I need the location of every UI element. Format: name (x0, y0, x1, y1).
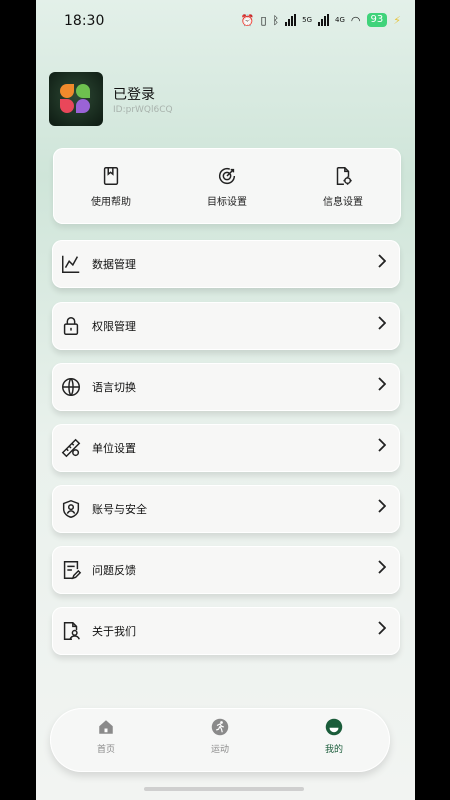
file-settings-icon (336, 166, 352, 185)
menu-item-feedback[interactable]: 问题反馈 (52, 546, 400, 594)
alarm-icon: ⏰ (240, 13, 255, 27)
menu-item-label: 问题反馈 (92, 564, 136, 577)
menu-item-data-management[interactable]: 数据管理 (52, 240, 400, 288)
about-icon (63, 622, 80, 640)
quick-action-info[interactable]: 信息设置 (293, 165, 393, 208)
chevron-right-icon (378, 621, 386, 635)
quick-action-target[interactable]: 目标设置 (177, 165, 277, 208)
status-icons: ⏰ ▯ ᛒ 5G 4G ◠ 93 ⚡ (241, 13, 401, 27)
menu-item-permissions[interactable]: 权限管理 (52, 302, 400, 350)
quick-action-label: 使用帮助 (91, 196, 131, 208)
chevron-right-icon (378, 438, 386, 452)
avatar[interactable] (49, 72, 103, 126)
globe-icon (62, 378, 80, 396)
vibrate-icon: ▯ (260, 13, 267, 27)
home-indicator[interactable] (144, 787, 304, 791)
book-icon (103, 166, 119, 185)
menu-item-about[interactable]: 关于我们 (52, 607, 400, 655)
signal-4g-icon (318, 14, 330, 26)
profile-id: ID:prWQl6CQ (113, 105, 173, 115)
shield-user-icon (62, 499, 80, 519)
menu-item-label: 数据管理 (92, 258, 136, 271)
chevron-right-icon (378, 560, 386, 574)
tab-label: 我的 (324, 745, 343, 755)
lock-icon (63, 317, 79, 335)
feedback-icon (63, 561, 82, 580)
home-icon (99, 720, 113, 734)
clover-leaf-orange (60, 84, 74, 98)
signal-5g-icon (285, 14, 297, 26)
tab-mine[interactable]: 我的 (304, 718, 364, 755)
tab-label: 运动 (210, 745, 229, 755)
menu-item-label: 权限管理 (92, 320, 136, 333)
bottom-tab-bar: 首页 运动 我的 (50, 708, 390, 772)
menu-item-units[interactable]: 单位设置 (52, 424, 400, 472)
chevron-right-icon (378, 499, 386, 513)
quick-action-label: 目标设置 (207, 196, 247, 208)
tab-label: 首页 (96, 745, 115, 755)
network-4g-label: 4G (335, 16, 345, 24)
bluetooth-icon: ᛒ (272, 13, 280, 27)
chevron-right-icon (378, 316, 386, 330)
status-bar: 18:30 ⏰ ▯ ᛒ 5G 4G ◠ 93 ⚡ (36, 0, 415, 40)
tab-exercise[interactable]: 运动 (190, 718, 250, 755)
clover-leaf-red (60, 99, 74, 113)
quick-action-help[interactable]: 使用帮助 (61, 165, 161, 208)
chevron-right-icon (378, 254, 386, 268)
status-time: 18:30 (64, 13, 105, 29)
clover-leaf-purple (76, 99, 90, 113)
menu-item-label: 单位设置 (92, 442, 136, 455)
clover-leaf-green (76, 84, 90, 98)
quick-action-label: 信息设置 (323, 196, 363, 208)
target-icon (219, 167, 236, 184)
profile-name: 已登录 (113, 87, 155, 103)
tab-home[interactable]: 首页 (76, 718, 136, 755)
run-icon (211, 718, 229, 736)
chevron-right-icon (378, 377, 386, 391)
network-5g-label: 5G (302, 16, 313, 24)
chart-icon (62, 255, 80, 273)
app-screen: 18:30 ⏰ ▯ ᛒ 5G 4G ◠ 93 ⚡ 已登录 ID:prWQl6CQ… (36, 0, 415, 800)
wifi-icon: ◠ (350, 13, 361, 27)
menu-item-label: 关于我们 (92, 625, 136, 638)
ruler-icon (61, 438, 81, 458)
profile-icon (325, 718, 343, 736)
charging-icon: ⚡ (393, 13, 401, 27)
menu-item-account-security[interactable]: 账号与安全 (52, 485, 400, 533)
menu-item-label: 语言切换 (92, 381, 136, 394)
profile-header[interactable]: 已登录 ID:prWQl6CQ (49, 72, 389, 128)
battery-icon: 93 (366, 13, 388, 27)
menu-item-language[interactable]: 语言切换 (52, 363, 400, 411)
menu-item-label: 账号与安全 (92, 503, 147, 516)
quick-actions-card: 使用帮助 目标设置 信息设置 (53, 148, 401, 224)
